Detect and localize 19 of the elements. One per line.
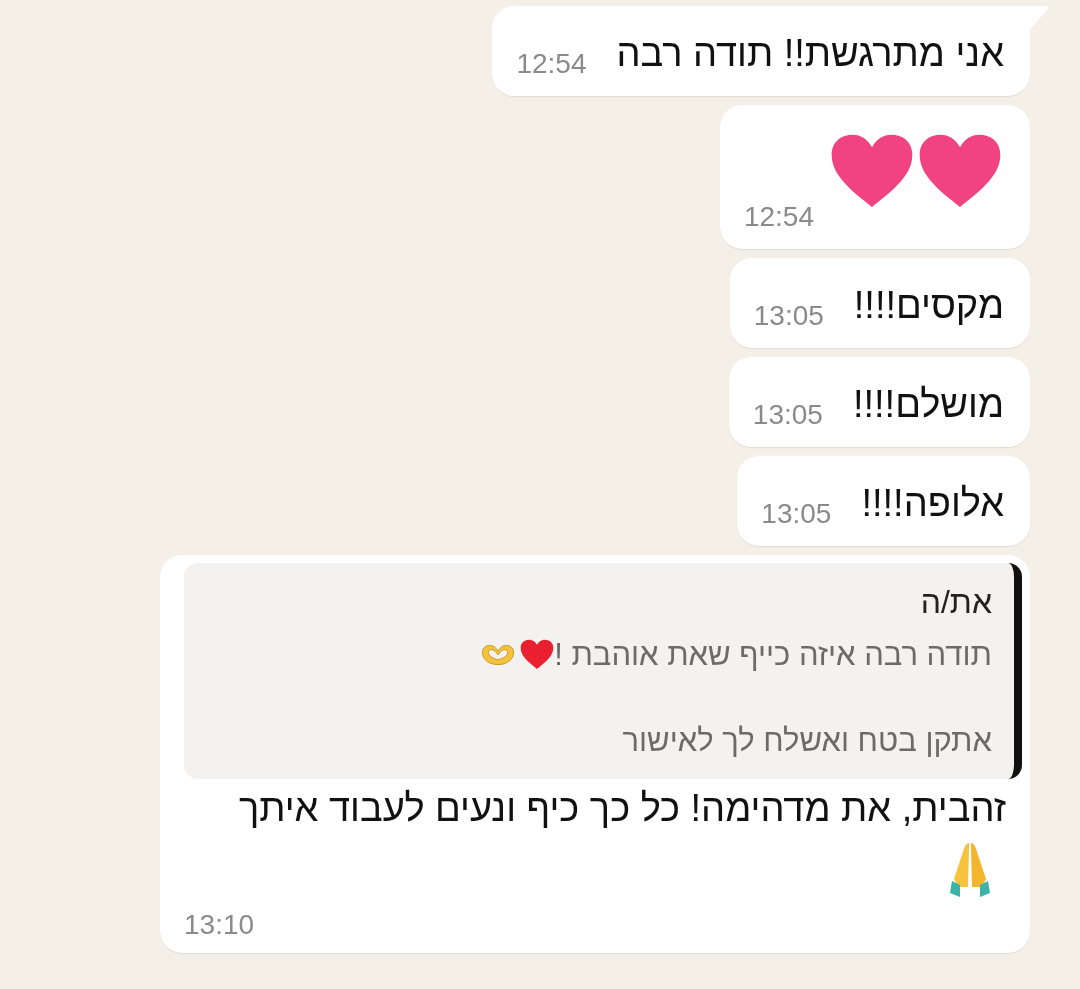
message-text: מושלם!!!! xyxy=(852,381,1004,427)
message-time: 12:54 xyxy=(743,200,814,234)
quoted-message[interactable]: את/ה תודה רבה איזה כייף שאת אוהבת ! אתקן בטח ואשלח לך לאישור xyxy=(184,562,1022,779)
message-text: זהבית, את מדהימה! כל כך כיף ונעים לעבוד איתך xyxy=(238,786,1006,829)
quote-text: אתקן בטח ואשלח לך לאישור xyxy=(622,721,992,760)
message-time: 13:05 xyxy=(753,299,824,333)
message-text: מקסים!!!! xyxy=(853,282,1004,328)
heart-hands-icon xyxy=(480,642,517,667)
message-time: 12:54 xyxy=(516,48,587,81)
message-text: אלופה!!!! xyxy=(861,480,1004,526)
message-time: 13:05 xyxy=(761,497,832,531)
quote-author: את/ה xyxy=(919,582,992,622)
message-time: 13:10 xyxy=(184,908,255,942)
message-text: אני מתרגשת!! תודה רבה xyxy=(616,31,1004,76)
quote-text: תודה רבה איזה כייף שאת אוהבת ! xyxy=(554,635,992,674)
message-time: 13:05 xyxy=(752,398,823,432)
heart-icon xyxy=(830,133,914,209)
heart-icon xyxy=(520,639,555,670)
heart-icon xyxy=(918,133,1002,209)
